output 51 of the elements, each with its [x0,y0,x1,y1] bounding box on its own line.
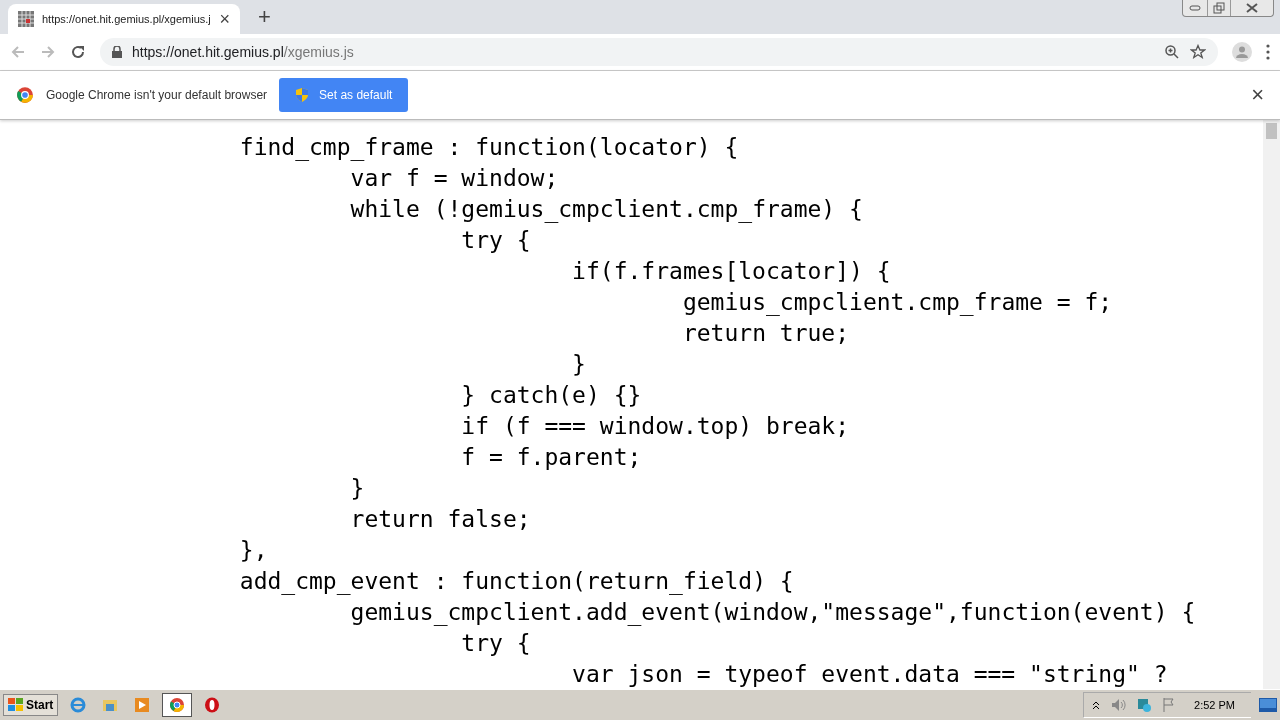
restore-icon [1213,2,1225,14]
code-line: add_cmp_event : function(return_field) { [238,567,795,597]
forward-icon[interactable] [40,44,56,60]
code-line: return true; [681,319,851,348]
code-line: } catch(e) {} [460,381,643,410]
code-line: var json = typeof event.data === "string" ? [571,660,1169,689]
chrome-icon [16,86,34,104]
scrollbar[interactable] [1263,120,1280,689]
minimize-icon [1189,5,1201,11]
chrome-icon[interactable] [169,697,186,713]
close-icon [1246,3,1258,13]
code-line: }, [238,536,269,565]
taskbar-app-button[interactable] [162,693,193,717]
chevron-up-icon[interactable] [1092,700,1101,710]
browser-tab[interactable]: https://onet.hit.gemius.pl/xgemius.j × [8,4,240,34]
code-line: gemius_cmpclient.cmp_frame = f; [681,288,1114,318]
grid-favicon-icon [18,11,34,27]
lock-icon [112,46,122,58]
code-line: return false; [349,505,532,534]
address-bar[interactable]: https://onet.hit.gemius.pl/xgemius.js [100,38,1218,66]
tab-title: https://onet.hit.gemius.pl/xgemius.j [42,13,212,25]
show-desktop-icon[interactable] [1259,698,1277,712]
set-default-button[interactable]: Set as default [279,78,409,112]
code-line: if (f === window.top) break; [460,412,851,441]
zoom-icon[interactable] [1164,44,1180,60]
default-browser-message: Google Chrome isn't your default browser [46,88,268,102]
back-icon[interactable] [10,44,26,60]
new-tab-button[interactable]: + [258,6,271,28]
code-line: find_cmp_frame : function(locator) { [238,133,740,163]
shield-icon [295,87,310,103]
code-line: } [349,474,366,503]
speaker-icon[interactable] [1110,697,1127,713]
flag-icon[interactable] [1162,697,1177,713]
reload-icon[interactable] [70,44,86,60]
tab-close-button[interactable]: × [219,10,230,28]
network-icon[interactable] [1136,697,1153,713]
code-line: if(f.frames[locator]) { [571,257,892,286]
clock[interactable]: 2:52 PM [1194,699,1235,711]
menu-icon[interactable] [1266,44,1270,60]
code-line: var f = window; [349,164,560,193]
code-line: f = f.parent; [460,443,643,472]
star-icon[interactable] [1190,44,1206,60]
code-line: try { [460,629,532,658]
code-line: try { [460,226,532,255]
code-line: while (!gemius_cmpclient.cmp_frame) { [349,195,864,225]
infobar-close-button[interactable]: × [1251,84,1264,106]
windows-logo-icon [8,698,24,712]
start-button[interactable]: Start [3,694,59,716]
code-line: } [571,350,587,379]
profile-icon[interactable] [1232,42,1252,62]
code-line: gemius_cmpclient.add_event(window,"message",function(event) { [349,598,1197,628]
